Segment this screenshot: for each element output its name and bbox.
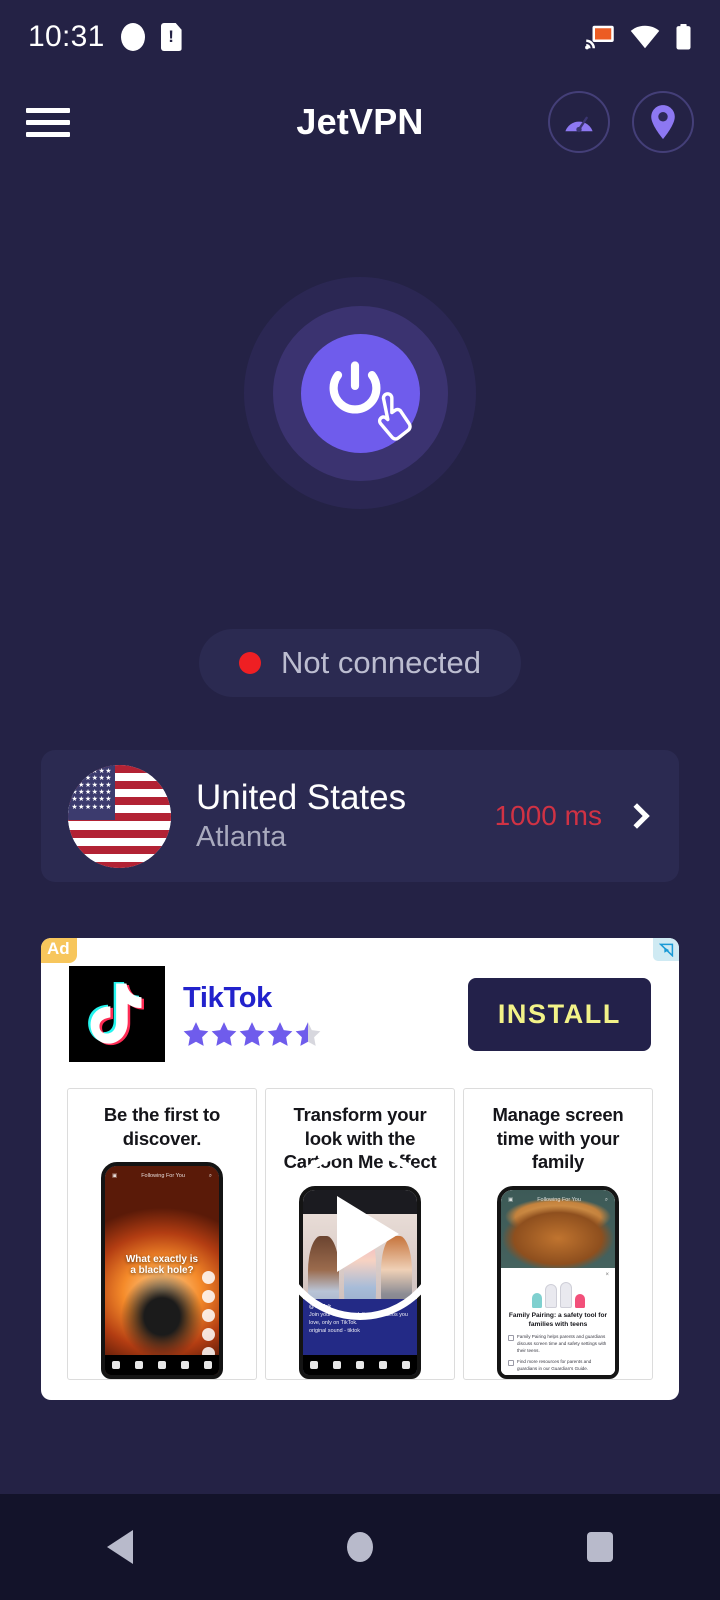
connection-status-badge: Not connected xyxy=(199,629,521,697)
ad-banner[interactable]: Ad TikTok INSTALL Be the first to discov… xyxy=(41,938,679,1400)
bullet-icon xyxy=(508,1335,514,1342)
status-bar-clock: 10:31 xyxy=(28,20,105,53)
ad-creative-card[interactable]: Be the first to discover. ▣ Following For… xyxy=(67,1088,257,1380)
location-button[interactable] xyxy=(632,91,694,153)
sim-alert-icon xyxy=(160,23,182,51)
tiktok-logo-icon xyxy=(69,966,165,1062)
server-city: Atlanta xyxy=(196,821,287,854)
server-country: United States xyxy=(196,777,407,817)
speed-test-button[interactable] xyxy=(548,91,610,153)
cast-icon xyxy=(585,25,614,50)
tiktok-feed-topbar: ▣ Following For You ⌕ xyxy=(112,1173,212,1180)
sheet-bullet: Family Pairing helps parents and guardia… xyxy=(508,1334,608,1354)
ad-app-name: TikTok xyxy=(183,981,272,1014)
us-flag-icon: ★★★★★★ ★★★★★★ ★★★★★★ ★★★★★★ ★★★★★★ ★★★★★★ xyxy=(68,764,171,868)
server-ping: 1000 ms xyxy=(494,800,602,831)
play-triangle xyxy=(337,1196,399,1272)
install-button[interactable]: INSTALL xyxy=(467,977,651,1051)
vpn-power-button[interactable] xyxy=(244,277,476,509)
sheet-title: Family Pairing: a safety tool for famili… xyxy=(508,1311,608,1328)
back-icon xyxy=(107,1530,133,1564)
white-dot-icon xyxy=(120,23,145,51)
status-bar-right xyxy=(585,24,692,50)
tiktok-feed-topbar: ▣ Following For You ⌕ xyxy=(508,1197,608,1204)
home-button[interactable] xyxy=(240,1532,480,1562)
chevron-right-icon xyxy=(624,803,650,829)
tiktok-sound: original sound - tiktok xyxy=(309,1328,360,1335)
home-icon xyxy=(347,1532,373,1562)
space-scene-image: ▣ Following For You ⌕ What exactly is a bla… xyxy=(105,1166,219,1375)
map-pin-icon xyxy=(651,105,675,140)
server-meta: 1000 ms xyxy=(495,800,652,832)
family-scene-image: ▣ Following For You ⌕ × Family Pairing: a … xyxy=(501,1190,615,1375)
adchoices-triangle-icon xyxy=(658,943,673,957)
family-illustration xyxy=(508,1274,608,1308)
ad-badge: Ad xyxy=(41,938,77,963)
ad-rating-stars xyxy=(183,1021,321,1047)
status-bar-left: 10:31 xyxy=(28,20,182,54)
recents-button[interactable] xyxy=(480,1532,720,1562)
family-pairing-sheet: × Family Pairing: a safety tool for fami… xyxy=(501,1267,615,1375)
bullet-icon xyxy=(508,1360,514,1367)
recents-icon xyxy=(587,1532,613,1562)
adchoices-icon[interactable] xyxy=(653,938,679,961)
sheet-bullet: Find more resources for parents and guar… xyxy=(508,1359,608,1372)
main-content: Not connected ★★★★★★ ★★★★★★ ★★★★★★ ★★★★★★ ★★… xyxy=(0,170,720,1600)
app-screen: 10:31 JetVPN xyxy=(0,0,720,1600)
ad-creative-carousel: Be the first to discover. ▣ Following For… xyxy=(41,1088,679,1380)
speedometer-icon xyxy=(565,116,593,133)
ad-card-title: Be the first to discover. xyxy=(103,1104,221,1149)
tiktok-tabbar xyxy=(105,1355,219,1375)
star-full-icon xyxy=(211,1021,237,1046)
tiktok-tabbar xyxy=(303,1355,417,1375)
hand-tap-icon xyxy=(377,391,412,441)
star-full-icon xyxy=(239,1021,265,1046)
ad-card-screenshot: ▣ Following For You ⌕ × Family Pairing: a … xyxy=(497,1186,619,1379)
ad-header: TikTok INSTALL xyxy=(41,938,679,1062)
ad-card-screenshot: ▣ Following For You ⌕ What exactly is a bla… xyxy=(101,1162,223,1379)
server-selector[interactable]: ★★★★★★ ★★★★★★ ★★★★★★ ★★★★★★ ★★★★★★ ★★★★★★ Uni… xyxy=(41,750,679,882)
ad-creative-card[interactable]: Manage screen time with your family ▣ Fol… xyxy=(463,1088,653,1380)
close-icon[interactable]: × xyxy=(605,1272,609,1278)
back-button[interactable] xyxy=(0,1530,240,1564)
power-ring-inner xyxy=(300,333,420,453)
wifi-icon xyxy=(630,25,660,49)
status-bar: 10:31 xyxy=(0,0,720,74)
app-bar: JetVPN xyxy=(0,74,720,170)
star-full-icon xyxy=(183,1021,209,1046)
battery-icon xyxy=(676,24,691,50)
power-ring-mid xyxy=(272,305,448,481)
android-navigation-bar xyxy=(0,1494,720,1600)
bullet-text: Find more resources for parents and guar… xyxy=(517,1359,592,1372)
burger-photo: ▣ Following For You ⌕ xyxy=(501,1190,615,1268)
status-indicator-dot xyxy=(239,652,262,674)
star-half-icon xyxy=(295,1021,321,1046)
bullet-text: Family Pairing helps parents and guardia… xyxy=(517,1334,607,1353)
ad-card-title: Manage screen time with your family xyxy=(492,1104,624,1173)
tiktok-action-rail xyxy=(202,1270,215,1360)
app-bar-actions xyxy=(548,91,694,153)
hamburger-menu-icon[interactable] xyxy=(26,101,70,144)
play-button-icon[interactable] xyxy=(274,1148,446,1320)
connection-status-text: Not connected xyxy=(281,645,481,680)
star-full-icon xyxy=(267,1021,293,1046)
ad-app-meta: TikTok xyxy=(183,982,321,1047)
server-labels: United States Atlanta xyxy=(196,778,406,854)
